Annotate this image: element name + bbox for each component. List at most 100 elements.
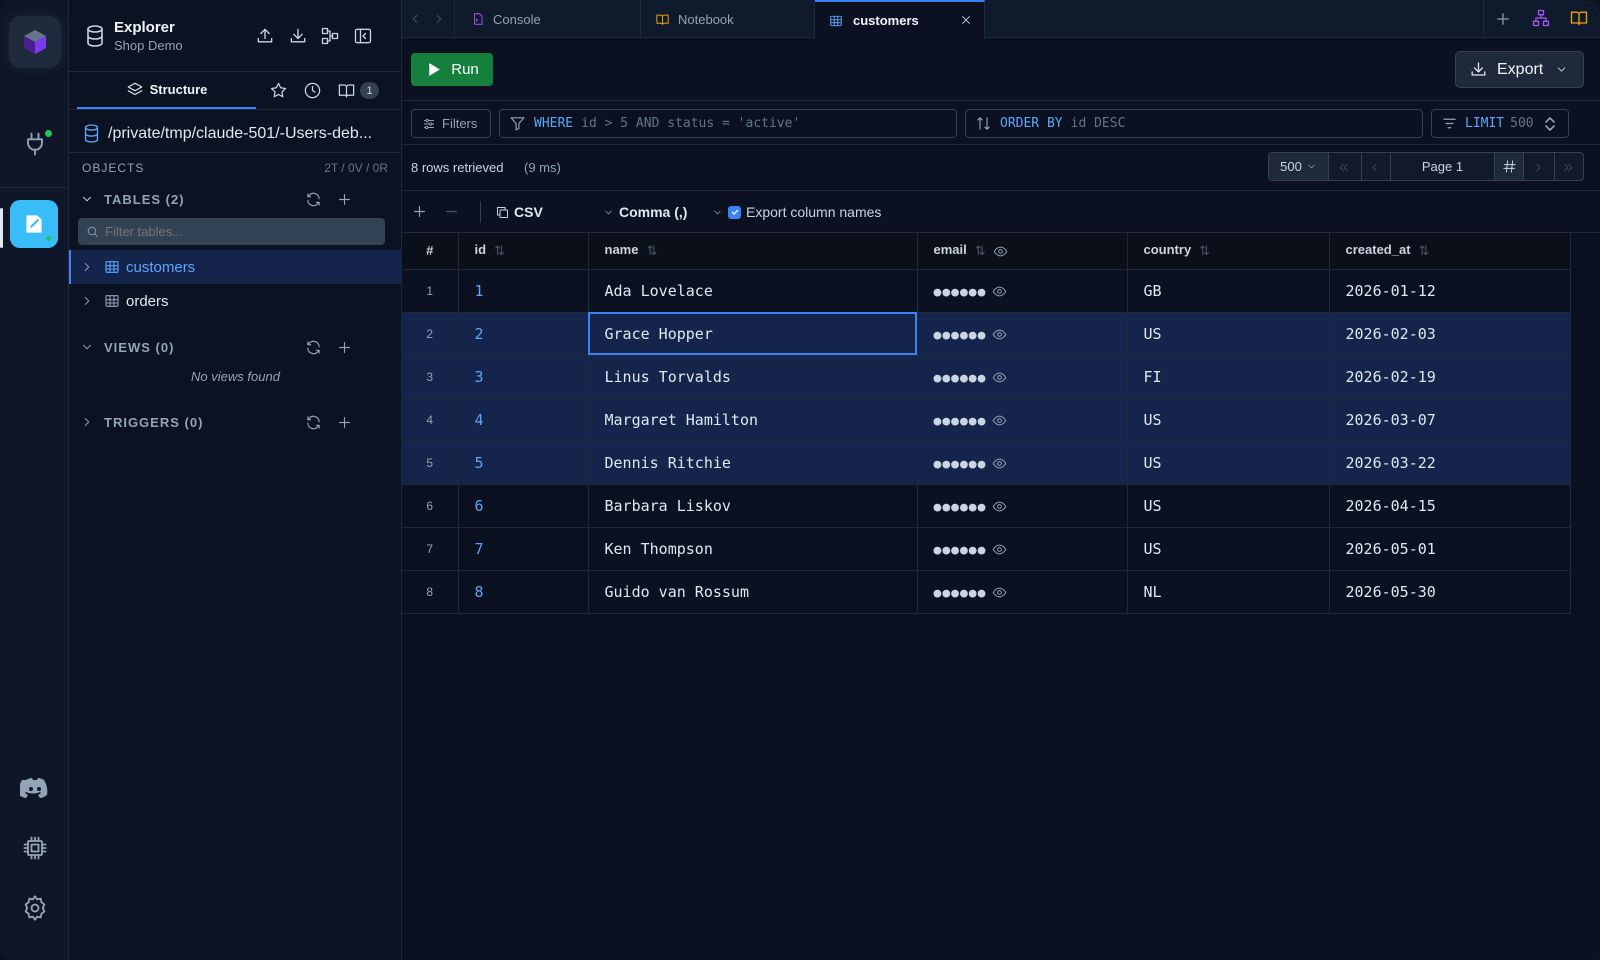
last-page-icon[interactable] (1562, 161, 1575, 174)
schema-diagram-icon[interactable] (320, 26, 340, 46)
created-at-cell[interactable]: 2026-05-30 (1329, 570, 1571, 614)
name-cell[interactable]: Barbara Liskov (588, 484, 918, 528)
email-cell[interactable]: ●●●●●● (917, 570, 1128, 614)
back-arrow-icon[interactable] (408, 12, 422, 26)
name-cell[interactable]: Ken Thompson (588, 527, 918, 571)
eye-icon[interactable] (992, 413, 1007, 428)
add-row-icon[interactable] (411, 203, 428, 220)
country-cell[interactable]: US (1127, 441, 1330, 485)
prev-page-icon[interactable] (1368, 161, 1381, 174)
created-at-cell[interactable]: 2026-02-03 (1329, 312, 1571, 356)
column-header-country[interactable]: country ⇅ (1127, 233, 1330, 270)
eye-icon[interactable] (992, 327, 1007, 342)
delimiter-select[interactable]: Comma (,) (603, 191, 687, 233)
export-column-names-toggle[interactable]: Export column names (712, 191, 881, 233)
database-path-row[interactable]: /private/tmp/claude-501/-Users-deb... (83, 124, 393, 143)
order-by-input[interactable]: ORDER BY id DESC (965, 109, 1423, 138)
sort-icon[interactable]: ⇅ (494, 243, 505, 259)
eye-icon[interactable] (992, 370, 1007, 385)
add-icon[interactable] (336, 414, 353, 431)
page-size-select[interactable]: 500 (1269, 153, 1329, 180)
column-header-name[interactable]: name ⇅ (588, 233, 918, 270)
export-button[interactable]: Export (1455, 51, 1584, 88)
stepper-icon[interactable] (1544, 116, 1556, 132)
email-cell[interactable]: ●●●●●● (917, 484, 1128, 528)
export-names-checkbox[interactable] (728, 205, 741, 219)
id-cell[interactable]: 3 (458, 355, 589, 399)
name-cell[interactable]: Ada Lovelace (588, 269, 918, 313)
created-at-cell[interactable]: 2026-05-01 (1329, 527, 1571, 571)
history-icon[interactable] (303, 81, 322, 100)
discord-button[interactable] (9, 762, 61, 814)
schema-tree-icon[interactable] (1531, 8, 1551, 28)
id-cell[interactable]: 4 (458, 398, 589, 442)
download-icon[interactable] (288, 26, 308, 46)
filter-tables-box[interactable] (78, 218, 385, 245)
refresh-icon[interactable] (305, 191, 322, 208)
name-cell[interactable]: Guido van Rossum (588, 570, 918, 614)
add-tab-icon[interactable] (1494, 10, 1512, 28)
country-cell[interactable]: NL (1127, 570, 1330, 614)
copy-format-select[interactable]: CSV (495, 191, 543, 233)
tab-structure[interactable]: Structure (77, 72, 256, 109)
eye-icon[interactable] (992, 456, 1007, 471)
remove-row-icon[interactable] (443, 203, 460, 220)
triggers-section-header[interactable]: TRIGGERS (0) (69, 405, 402, 439)
sort-icon[interactable]: ⇅ (1199, 243, 1210, 259)
table-row[interactable]: 3 3 Linus Torvalds ●●●●●● FI 2026-02-19 (402, 355, 1571, 399)
id-cell[interactable]: 5 (458, 441, 589, 485)
email-cell[interactable]: ●●●●●● (917, 398, 1128, 442)
refresh-icon[interactable] (305, 414, 322, 431)
email-cell[interactable]: ●●●●●● (917, 355, 1128, 399)
email-cell[interactable]: ●●●●●● (917, 312, 1128, 356)
created-at-cell[interactable]: 2026-02-19 (1329, 355, 1571, 399)
close-icon[interactable] (960, 14, 972, 26)
star-icon[interactable] (269, 81, 288, 100)
table-row[interactable]: 2 2 Grace Hopper ●●●●●● US 2026-02-03 (402, 312, 1571, 356)
eye-icon[interactable] (993, 244, 1008, 259)
sort-icon[interactable]: ⇅ (646, 243, 657, 259)
column-header-created-at[interactable]: created_at ⇅ (1329, 233, 1571, 270)
country-cell[interactable]: US (1127, 312, 1330, 356)
name-cell[interactable]: Linus Torvalds (588, 355, 918, 399)
column-header-id[interactable]: id ⇅ (458, 233, 589, 270)
filter-tables-input[interactable] (105, 224, 375, 239)
add-icon[interactable] (336, 191, 353, 208)
name-cell[interactable]: Dennis Ritchie (588, 441, 918, 485)
tab-notebook[interactable]: Notebook (641, 0, 815, 38)
id-cell[interactable]: 2 (458, 312, 589, 356)
upload-icon[interactable] (255, 26, 275, 46)
country-cell[interactable]: GB (1127, 269, 1330, 313)
id-cell[interactable]: 1 (458, 269, 589, 313)
run-button[interactable]: Run (411, 53, 493, 86)
created-at-cell[interactable]: 2026-01-12 (1329, 269, 1571, 313)
eye-icon[interactable] (992, 542, 1007, 557)
connections-button[interactable] (9, 118, 61, 170)
table-row[interactable]: 6 6 Barbara Liskov ●●●●●● US 2026-04-15 (402, 484, 1571, 528)
created-at-cell[interactable]: 2026-03-22 (1329, 441, 1571, 485)
id-cell[interactable]: 7 (458, 527, 589, 571)
table-row[interactable]: 5 5 Dennis Ritchie ●●●●●● US 2026-03-22 (402, 441, 1571, 485)
notebook-icon[interactable] (1569, 8, 1589, 28)
id-cell[interactable]: 8 (458, 570, 589, 614)
tab-console[interactable]: Console (455, 0, 641, 38)
tables-section-header[interactable]: TABLES (2) (69, 182, 402, 216)
go-to-page-button[interactable] (1494, 153, 1524, 180)
views-section-header[interactable]: VIEWS (0) (69, 330, 402, 364)
tree-item-customers[interactable]: customers (69, 250, 402, 284)
eye-icon[interactable] (992, 499, 1007, 514)
sort-icon[interactable]: ⇅ (975, 243, 986, 259)
country-cell[interactable]: US (1127, 398, 1330, 442)
forward-arrow-icon[interactable] (432, 12, 446, 26)
name-cell[interactable]: Grace Hopper (588, 312, 918, 356)
collapse-panel-icon[interactable] (353, 26, 373, 46)
filters-button[interactable]: Filters (411, 109, 491, 138)
email-cell[interactable]: ●●●●●● (917, 527, 1128, 571)
id-cell[interactable]: 6 (458, 484, 589, 528)
tree-item-orders[interactable]: orders (69, 284, 402, 318)
country-cell[interactable]: US (1127, 527, 1330, 571)
add-icon[interactable] (336, 339, 353, 356)
first-page-icon[interactable] (1337, 161, 1350, 174)
processor-button[interactable] (9, 822, 61, 874)
eye-icon[interactable] (992, 284, 1007, 299)
